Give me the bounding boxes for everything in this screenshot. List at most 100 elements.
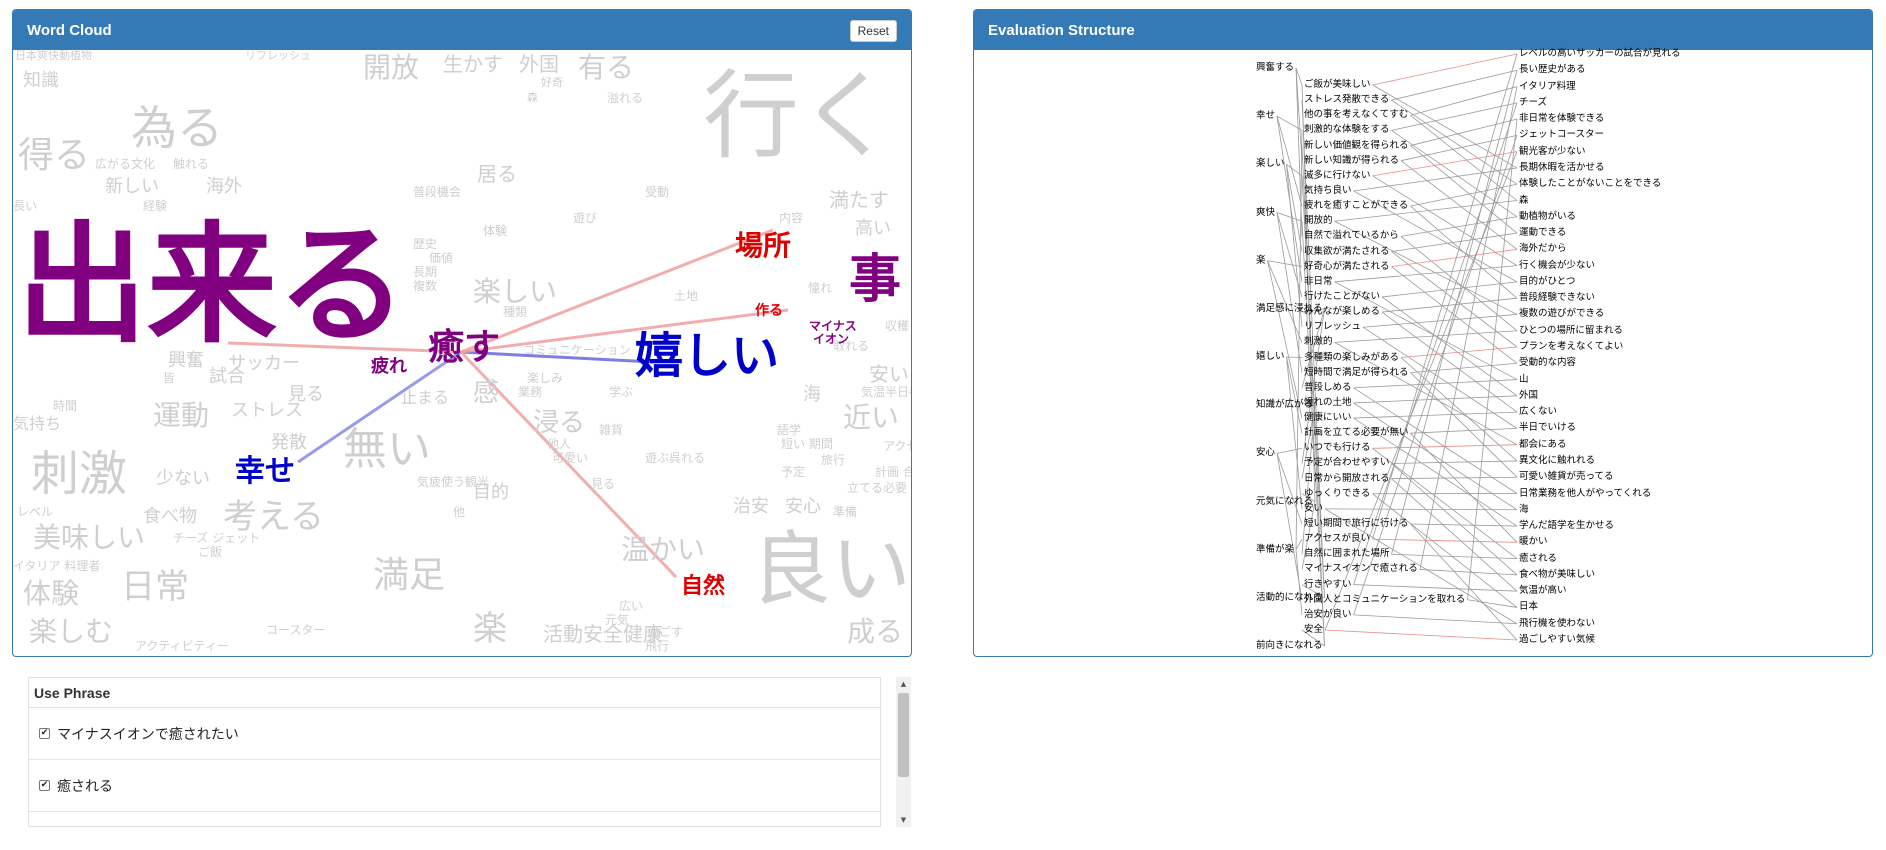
cloud-word[interactable]: 考える [223, 500, 324, 534]
cloud-word-highlight[interactable]: 場所 [735, 232, 791, 260]
middle-node[interactable]: 好奇心が満たされる [1304, 262, 1390, 272]
middle-node[interactable]: ゆっくりできる [1304, 489, 1370, 499]
middle-node[interactable]: ご飯が美味しい [1304, 80, 1371, 90]
cloud-word[interactable]: 旅行 [821, 454, 845, 466]
cloud-word[interactable]: 感 [473, 380, 499, 406]
cloud-word[interactable]: 良い [751, 530, 911, 610]
middle-node[interactable]: 安全 [1304, 625, 1323, 635]
phrase-item[interactable]: ✔ マイナスイオンで癒されたい [29, 708, 880, 760]
scrollbar-thumb[interactable] [898, 693, 909, 777]
cloud-word[interactable]: 時間 [53, 400, 77, 412]
cloud-word[interactable]: 有る [578, 54, 634, 82]
phrase-checkbox[interactable]: ✔ [39, 780, 50, 791]
cloud-word[interactable]: コースター [266, 624, 325, 636]
cloud-word[interactable]: アクセス [883, 440, 911, 452]
cloud-word[interactable]: 広がる文化 [95, 158, 155, 170]
cloud-word[interactable]: コミュニケーション [523, 344, 631, 356]
cloud-word[interactable]: 皆 [163, 372, 175, 384]
cloud-word[interactable]: 憧れ [808, 282, 832, 294]
middle-node[interactable]: 刺激的 [1304, 337, 1333, 347]
left-node[interactable]: 幸せ [1256, 111, 1275, 121]
middle-node[interactable]: マイナスイオンで癒される [1304, 564, 1418, 574]
phrase-scrollbar[interactable]: ▲ ▼ [896, 677, 911, 827]
cloud-word[interactable]: 学ぶ [609, 386, 633, 398]
cloud-word[interactable]: 見る [591, 478, 615, 490]
cloud-word[interactable]: リフレッシュ [245, 50, 311, 61]
cloud-word[interactable]: 近い [843, 404, 899, 432]
cloud-word[interactable]: 得る [18, 138, 90, 174]
cloud-word[interactable]: 気持ち [13, 416, 61, 432]
right-node[interactable]: 日本 [1519, 602, 1538, 612]
cloud-word[interactable]: 土地 [674, 290, 698, 302]
right-node[interactable]: 非日常を体験できる [1519, 114, 1604, 124]
cloud-word[interactable]: 短い [781, 438, 805, 450]
middle-node[interactable]: 疲れを癒すことができる [1304, 201, 1408, 211]
reset-button[interactable]: Reset [849, 20, 897, 42]
right-node[interactable]: プランを考えなくてよい [1519, 342, 1623, 352]
right-node[interactable]: チーズ [1519, 98, 1547, 108]
middle-node[interactable]: 開放的 [1304, 216, 1333, 226]
cloud-word[interactable]: 海外 [206, 178, 242, 196]
cloud-word[interactable]: 食べ物 [143, 508, 197, 526]
right-node[interactable]: 長い歴史がある [1519, 65, 1586, 75]
cloud-word[interactable]: 楽しむ [29, 618, 113, 646]
right-node[interactable]: 観光客が少ない [1519, 147, 1586, 157]
right-node[interactable]: 山 [1519, 375, 1529, 385]
cloud-word[interactable]: 体験 [483, 225, 507, 237]
cloud-word-highlight[interactable]: 疲れ [371, 358, 407, 376]
middle-node[interactable]: 短い期間で旅行に行ける [1304, 519, 1409, 529]
right-node[interactable]: 学んだ語学を生かせる [1519, 521, 1614, 531]
left-node[interactable]: 興奮する [1256, 63, 1294, 73]
cloud-word[interactable]: 楽しい [473, 278, 557, 306]
cloud-word[interactable]: 体験 [23, 580, 79, 608]
cloud-word-highlight[interactable]: イオン [813, 333, 849, 345]
cloud-word[interactable]: レベル [17, 506, 53, 518]
cloud-word[interactable]: 浸る [533, 410, 585, 436]
phrase-item[interactable]: ✔ 癒される [29, 760, 880, 812]
cloud-word[interactable]: 行く [703, 68, 895, 164]
cloud-word[interactable]: 安い [869, 364, 909, 384]
cloud-word[interactable]: 遊ぶ呉れる [645, 452, 705, 464]
cloud-word[interactable]: 活動安全健康 [543, 624, 663, 644]
cloud-word[interactable]: 運動 [153, 402, 209, 430]
right-node[interactable]: 受動的な内容 [1519, 358, 1576, 368]
right-node[interactable]: 過ごしやすい気候 [1519, 635, 1595, 645]
cloud-word[interactable]: 満たす [829, 190, 889, 210]
cloud-word[interactable]: イタリア 料理者 [13, 560, 100, 572]
cloud-word[interactable]: 発散 [271, 434, 307, 452]
cloud-word[interactable]: 他人 [547, 438, 571, 450]
cloud-word[interactable]: 普段機会 [413, 186, 461, 198]
cloud-word[interactable]: 内容 [779, 212, 803, 224]
right-node[interactable]: 海外だから [1519, 244, 1567, 254]
middle-node[interactable]: 刺激的な体験をする [1304, 125, 1390, 135]
cloud-word[interactable]: アクティビティー [135, 640, 229, 652]
left-node[interactable]: 準備が楽 [1256, 545, 1294, 555]
cloud-word[interactable]: 気疲使う観光 [417, 476, 489, 488]
left-node[interactable]: 楽しい [1256, 159, 1285, 169]
cloud-word[interactable]: 広い [619, 600, 643, 612]
cloud-word[interactable]: 楽しみ [527, 372, 563, 384]
cloud-word[interactable]: 開放 [363, 54, 419, 82]
cloud-word[interactable]: 日本爽快動植物 [15, 50, 92, 61]
cloud-word[interactable]: 収穫 [885, 320, 909, 332]
left-node[interactable]: 安心 [1256, 448, 1275, 458]
cloud-word[interactable]: 準備 [833, 506, 857, 518]
cloud-word[interactable]: 新しい [105, 178, 159, 196]
left-node[interactable]: 前向きになれる [1256, 641, 1323, 651]
cloud-word[interactable]: 可愛い [552, 452, 588, 464]
cloud-word[interactable]: 森 [527, 92, 538, 103]
scroll-down-arrow-icon[interactable]: ▼ [896, 813, 911, 827]
middle-node[interactable]: 自然で溢れているから [1304, 231, 1399, 241]
cloud-word[interactable]: 溢れる [607, 92, 643, 104]
scroll-up-arrow-icon[interactable]: ▲ [896, 677, 911, 691]
right-node[interactable]: 行く機会が少ない [1519, 261, 1595, 271]
left-node[interactable]: 爽快 [1256, 207, 1275, 218]
middle-node[interactable]: 非日常 [1304, 277, 1333, 287]
cloud-word[interactable]: 歴史 [413, 238, 437, 250]
middle-node[interactable]: 行きやすい [1304, 580, 1352, 590]
cloud-word[interactable]: 雑貨 [599, 424, 623, 436]
right-node[interactable]: 森 [1519, 195, 1529, 206]
cloud-word[interactable]: 止まる [401, 390, 449, 406]
middle-node[interactable]: 憧れの土地 [1304, 398, 1352, 408]
right-node[interactable]: 複数の遊びができる [1519, 309, 1604, 319]
